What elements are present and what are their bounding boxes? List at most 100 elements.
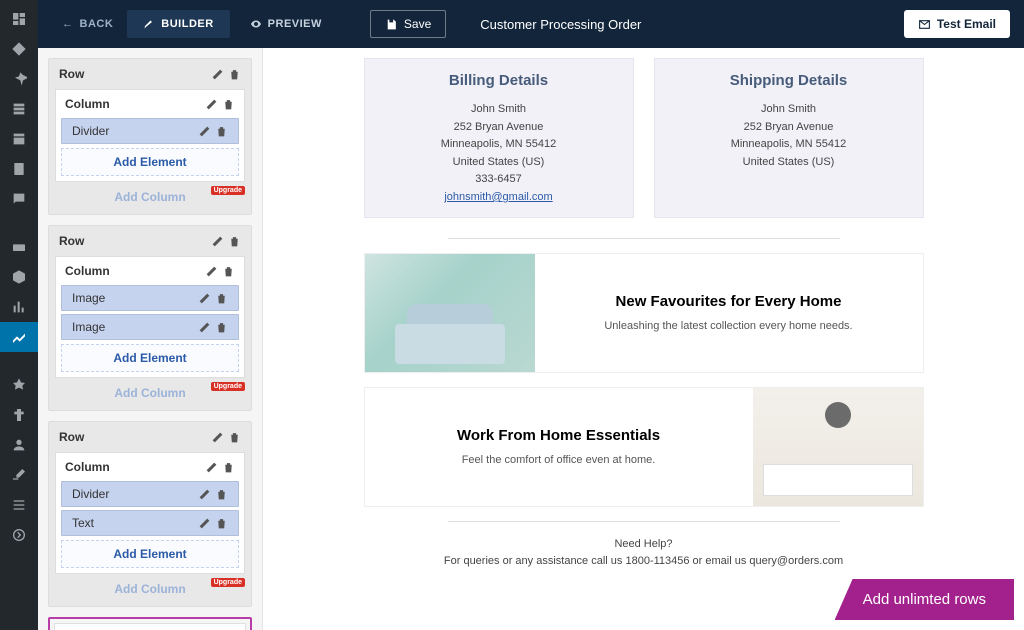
add-column-button[interactable]: Add Column Upgrade — [53, 184, 247, 210]
trash-icon[interactable] — [215, 488, 228, 501]
row-block[interactable]: Row Column — [48, 421, 252, 607]
help-line1: Need Help? — [364, 536, 924, 554]
rail-woo[interactable] — [0, 232, 38, 262]
rail-dashboard[interactable] — [0, 4, 38, 34]
edit-icon[interactable] — [198, 125, 211, 138]
element-label: Divider — [72, 487, 109, 501]
element-divider[interactable]: Divider — [61, 118, 239, 144]
trash-icon[interactable] — [228, 235, 241, 248]
rail-appearance[interactable] — [0, 370, 38, 400]
rail-plugins[interactable] — [0, 400, 38, 430]
billing-heading: Billing Details — [373, 69, 625, 93]
back-button[interactable]: ← BACK — [52, 12, 123, 36]
column-label: Column — [65, 97, 110, 111]
test-email-label: Test Email — [937, 17, 996, 31]
tab-builder[interactable]: BUILDER — [127, 10, 229, 38]
trash-icon[interactable] — [228, 68, 241, 81]
rail-media[interactable] — [0, 94, 38, 124]
element-image[interactable]: Image — [61, 314, 239, 340]
add-row-button[interactable]: Click to add a row — [54, 623, 246, 630]
add-unlimited-rows-cta[interactable]: Add unlimted rows — [835, 579, 1014, 620]
save-label: Save — [404, 17, 431, 31]
rail-orders[interactable] — [0, 262, 38, 292]
billing-city: Minneapolis, MN 55412 — [373, 136, 625, 154]
topbar: ← BACK BUILDER PREVIEW Save Customer Pro… — [38, 0, 1024, 48]
structure-sidebar: Row Column — [38, 48, 263, 630]
row-block[interactable]: Row Column — [48, 225, 252, 411]
row-label: Row — [59, 67, 84, 81]
rail-sep — [0, 214, 38, 232]
promo-card-2: Work From Home Essentials Feel the comfo… — [364, 387, 924, 507]
edit-icon[interactable] — [211, 68, 224, 81]
edit-icon[interactable] — [211, 431, 224, 444]
envelope-icon — [918, 18, 931, 31]
column-block[interactable]: Column Divider — [55, 452, 245, 574]
edit-icon[interactable] — [198, 321, 211, 334]
shipping-card: Shipping Details John Smith 252 Bryan Av… — [654, 58, 924, 218]
rail-tools[interactable] — [0, 460, 38, 490]
trash-icon[interactable] — [222, 461, 235, 474]
divider — [448, 238, 840, 239]
promo-image — [365, 254, 535, 372]
column-block[interactable]: Column Divider — [55, 89, 245, 182]
tab-preview[interactable]: PREVIEW — [234, 10, 338, 38]
help-block: Need Help? For queries or any assistance… — [364, 536, 924, 571]
rail-pages[interactable] — [0, 154, 38, 184]
column-label: Column — [65, 264, 110, 278]
upgrade-badge: Upgrade — [211, 186, 245, 195]
element-label: Divider — [72, 124, 109, 138]
add-column-button[interactable]: Add Column Upgrade — [53, 576, 247, 602]
element-image[interactable]: Image — [61, 285, 239, 311]
edit-icon[interactable] — [198, 488, 211, 501]
add-column-label: Add Column — [114, 582, 185, 596]
billing-name: John Smith — [373, 101, 625, 119]
eye-icon — [250, 18, 262, 30]
trash-icon[interactable] — [222, 265, 235, 278]
trash-icon[interactable] — [222, 98, 235, 111]
column-block[interactable]: Column Image — [55, 256, 245, 378]
divider — [448, 521, 840, 522]
rail-collapse[interactable] — [0, 520, 38, 550]
element-label: Text — [72, 516, 94, 530]
column-label: Column — [65, 460, 110, 474]
edit-icon[interactable] — [205, 265, 218, 278]
edit-icon[interactable] — [211, 235, 224, 248]
billing-email[interactable]: johnsmith@gmail.com — [444, 191, 552, 203]
element-label: Image — [72, 291, 105, 305]
edit-icon[interactable] — [205, 98, 218, 111]
rail-posts[interactable] — [0, 64, 38, 94]
edit-icon[interactable] — [198, 517, 211, 530]
billing-phone: 333-6457 — [373, 171, 625, 189]
rail-analytics[interactable] — [0, 292, 38, 322]
add-element-button[interactable]: Add Element — [61, 540, 239, 568]
element-divider[interactable]: Divider — [61, 481, 239, 507]
trash-icon[interactable] — [215, 125, 228, 138]
save-button[interactable]: Save — [370, 10, 446, 38]
preview-pane: Billing Details John Smith 252 Bryan Ave… — [263, 48, 1024, 630]
promo-text: Feel the comfort of office even at home. — [383, 454, 735, 466]
add-element-button[interactable]: Add Element — [61, 148, 239, 176]
add-column-button[interactable]: Add Column Upgrade — [53, 380, 247, 406]
rail-updates[interactable] — [0, 34, 38, 64]
test-email-button[interactable]: Test Email — [904, 10, 1010, 38]
rail-products[interactable] — [0, 124, 38, 154]
rail-email-customizer[interactable] — [0, 322, 38, 352]
upgrade-badge: Upgrade — [211, 578, 245, 587]
brush-icon — [143, 18, 155, 30]
tab-preview-label: PREVIEW — [268, 18, 322, 30]
trash-icon[interactable] — [215, 321, 228, 334]
add-column-label: Add Column — [114, 386, 185, 400]
rail-comments[interactable] — [0, 184, 38, 214]
rail-users[interactable] — [0, 430, 38, 460]
trash-icon[interactable] — [215, 292, 228, 305]
promo-image — [753, 388, 923, 506]
edit-icon[interactable] — [205, 461, 218, 474]
trash-icon[interactable] — [228, 431, 241, 444]
rail-settings[interactable] — [0, 490, 38, 520]
row-block[interactable]: Row Column — [48, 58, 252, 215]
element-text[interactable]: Text — [61, 510, 239, 536]
add-element-button[interactable]: Add Element — [61, 344, 239, 372]
wp-admin-rail — [0, 0, 38, 630]
trash-icon[interactable] — [215, 517, 228, 530]
edit-icon[interactable] — [198, 292, 211, 305]
